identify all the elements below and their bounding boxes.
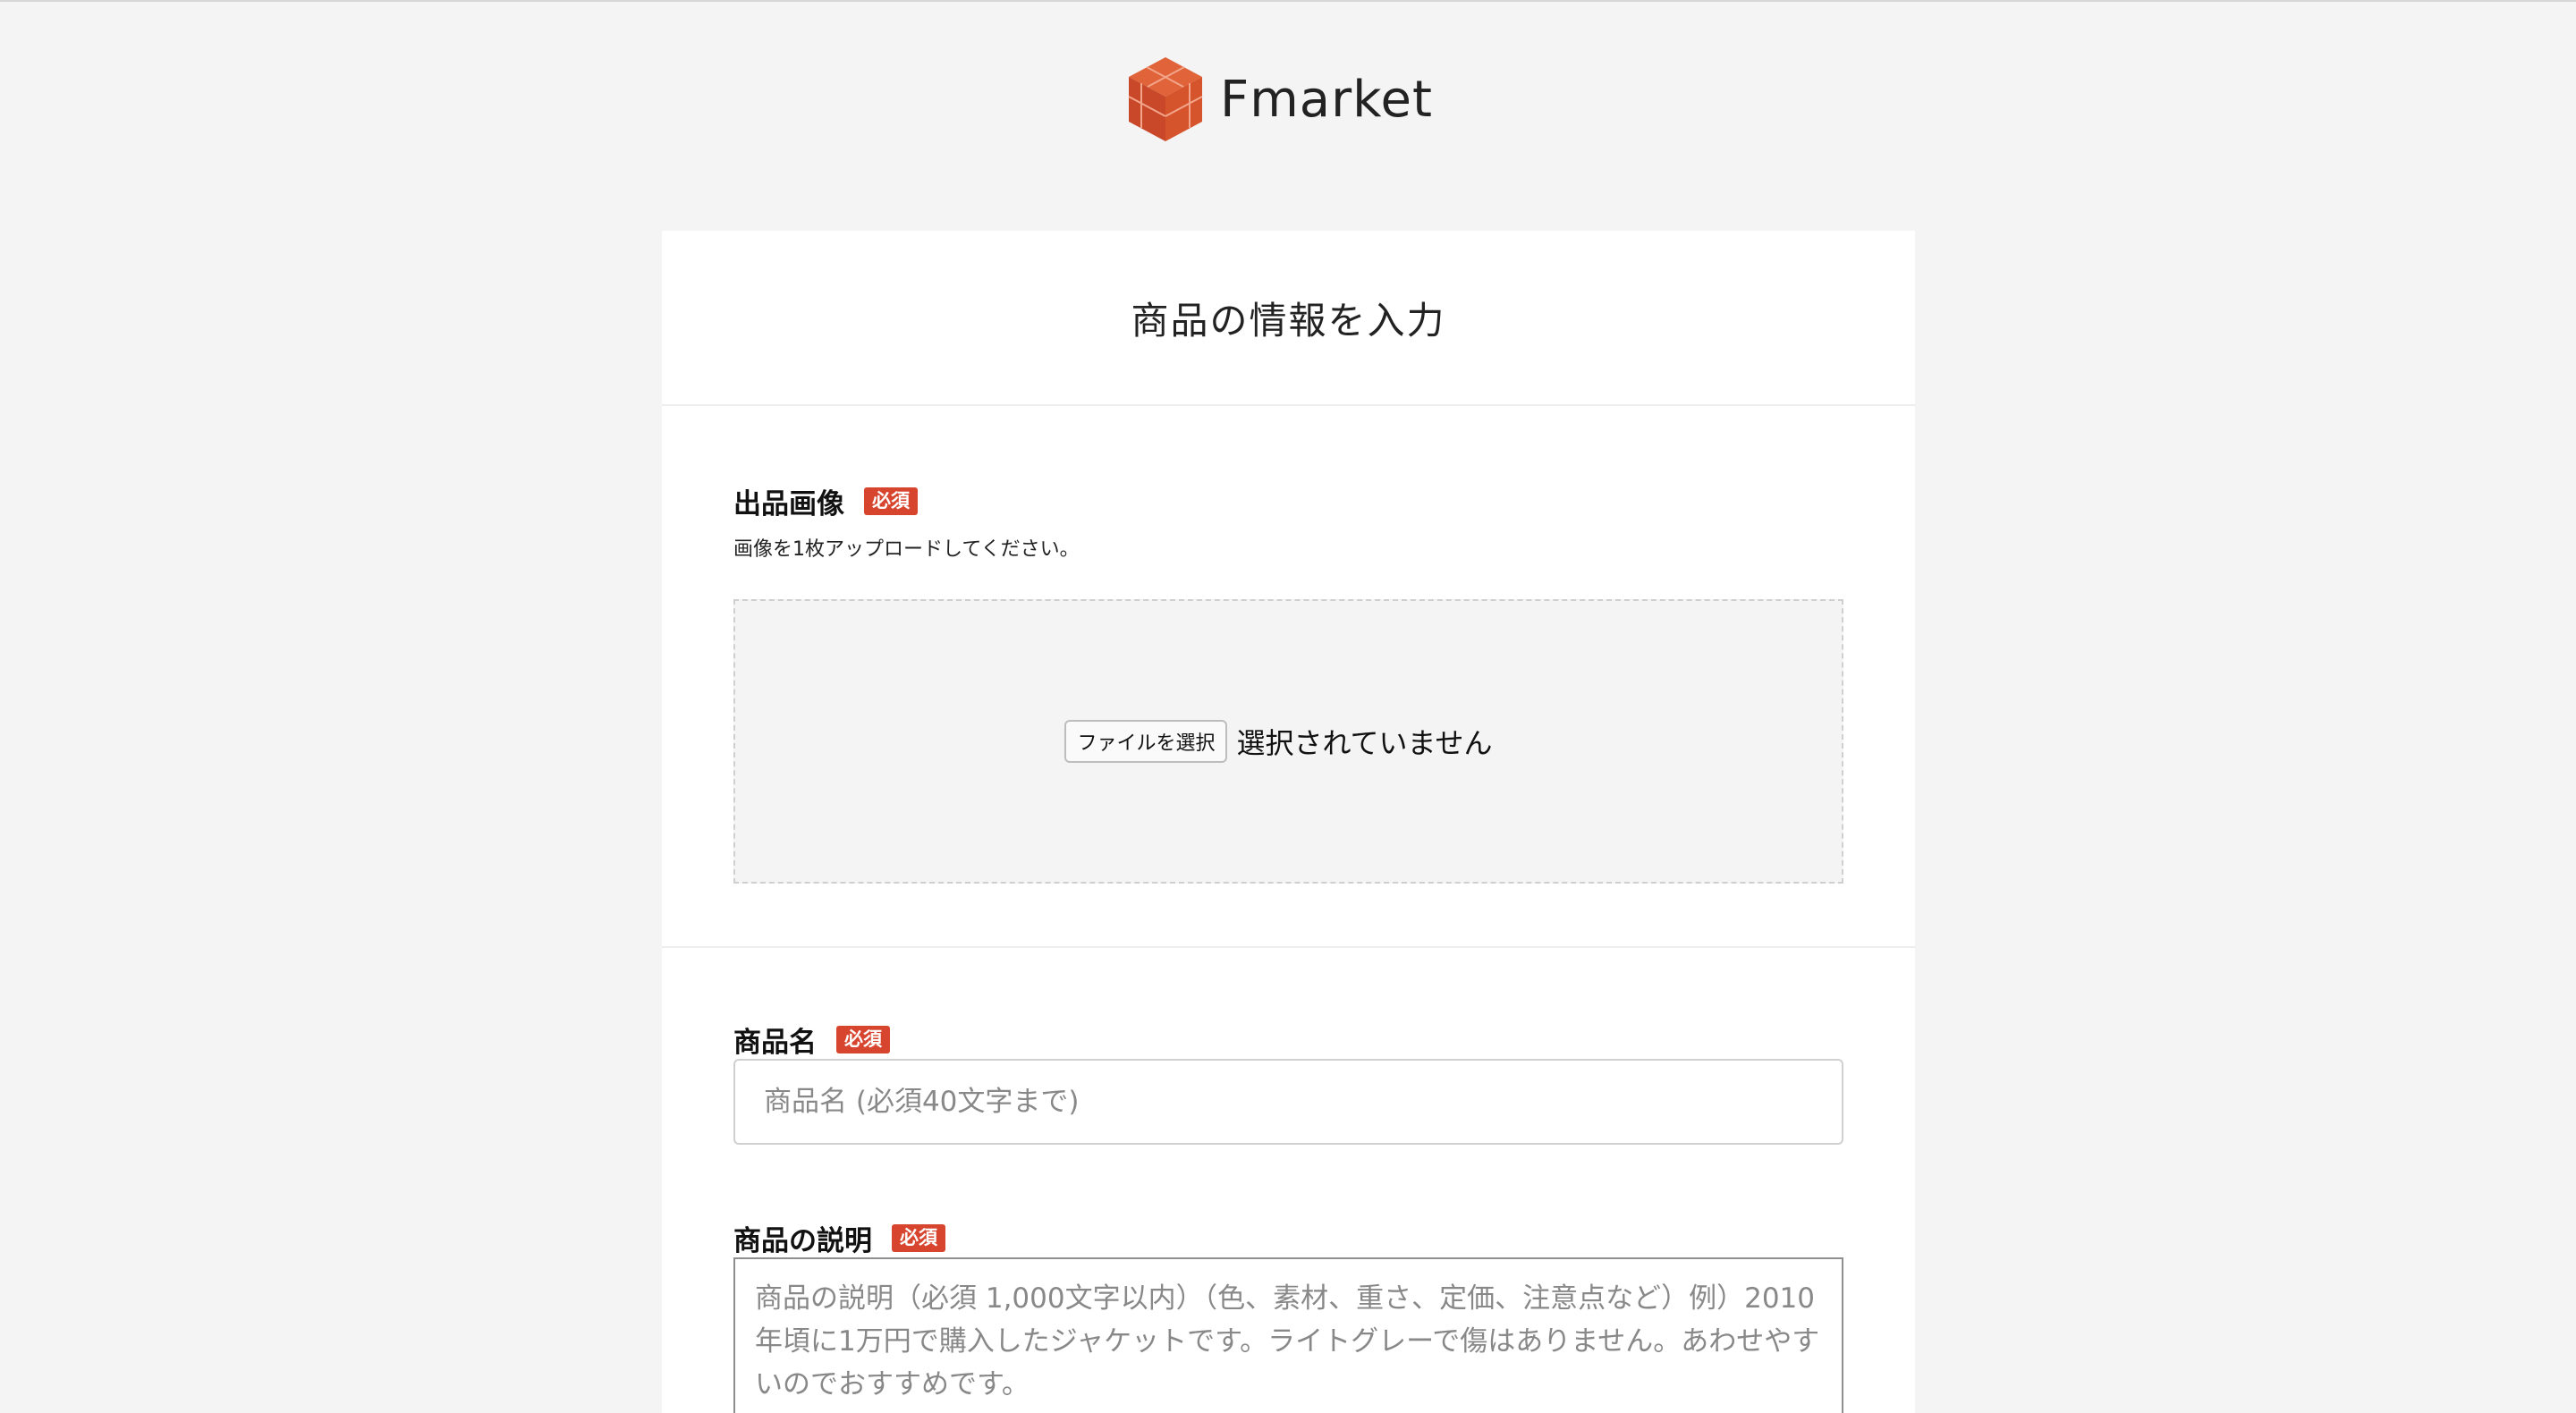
product-name-input[interactable] [733, 1059, 1843, 1145]
description-field-label: 商品の説明 [733, 1225, 872, 1257]
required-badge: 必須 [892, 1223, 945, 1253]
brand-name: Fmarket [1220, 70, 1433, 129]
image-dropzone[interactable]: ファイルを選択 選択されていません [733, 599, 1843, 884]
image-upload-section: 出品画像 必須 画像を1枚アップロードしてください。 ファイルを選択 選択されて… [662, 406, 1915, 948]
brand-logo[interactable]: Fmarket [1127, 55, 1433, 143]
required-badge: 必須 [864, 487, 918, 516]
name-field-label: 商品名 [733, 1027, 817, 1059]
card-header: 商品の情報を入力 [662, 231, 1915, 406]
top-divider [0, 0, 2576, 2]
choose-file-button[interactable]: ファイルを選択 [1064, 720, 1228, 763]
image-field-label: 出品画像 [733, 488, 844, 520]
name-label-row: 商品名 必須 [733, 1020, 890, 1060]
image-upload-hint: 画像を1枚アップロードしてください。 [733, 538, 1080, 561]
file-status-text: 選択されていません [1236, 726, 1493, 760]
listing-form-card: 商品の情報を入力 出品画像 必須 画像を1枚アップロードしてください。 ファイル… [662, 231, 1915, 1413]
product-description-textarea[interactable] [733, 1257, 1843, 1413]
description-label-row: 商品の説明 必須 [733, 1218, 945, 1258]
required-badge: 必須 [836, 1025, 890, 1054]
image-label-row: 出品画像 必須 [733, 481, 918, 521]
box-icon [1127, 55, 1204, 143]
file-input[interactable]: ファイルを選択 選択されていません [1064, 720, 1493, 763]
page-title: 商品の情報を入力 [1131, 298, 1446, 343]
